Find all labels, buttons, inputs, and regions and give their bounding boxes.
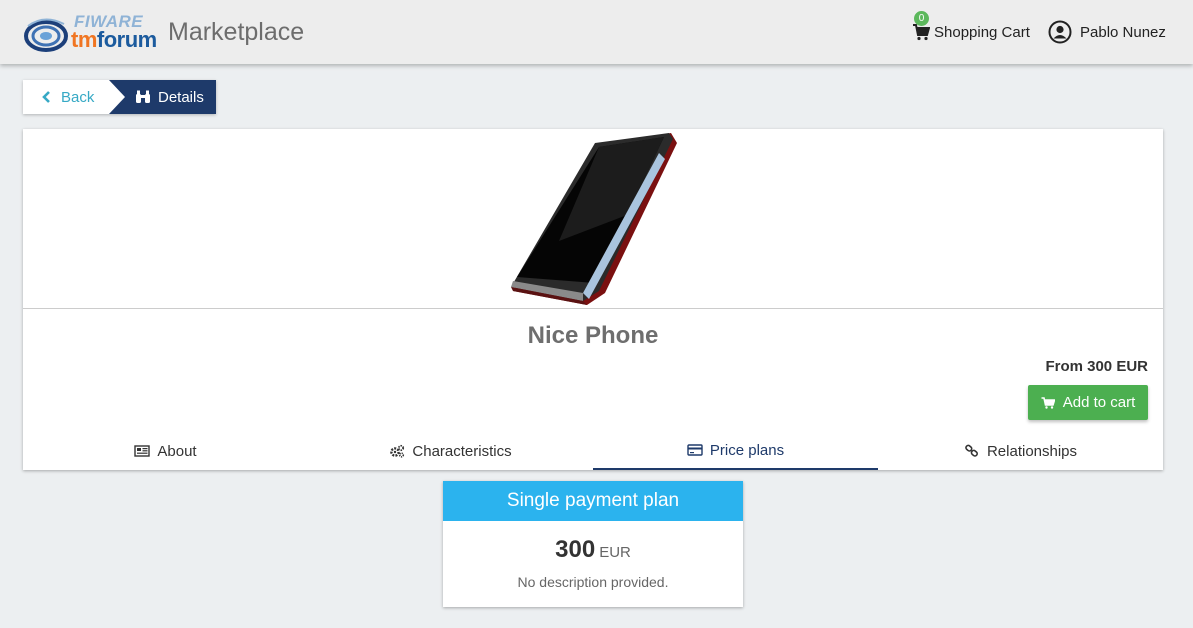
- breadcrumb-details: Details: [125, 80, 216, 114]
- link-icon: [965, 444, 978, 457]
- fiware-tmforum-logo[interactable]: FIWARE tmforum: [24, 12, 160, 54]
- credit-card-icon: [687, 444, 703, 456]
- price-plan-amount: 300: [555, 536, 596, 563]
- user-circle-icon: [1048, 20, 1072, 44]
- tab-characteristics[interactable]: Characteristics: [308, 432, 593, 470]
- add-to-cart-button[interactable]: Add to cart: [1028, 385, 1148, 420]
- top-navbar: FIWARE tmforum Marketplace Shopping Cart…: [0, 0, 1193, 64]
- binoculars-icon: [136, 90, 150, 103]
- details-label: Details: [158, 88, 204, 106]
- price-plan-title: Single payment plan: [443, 481, 743, 521]
- tab-characteristics-label: Characteristics: [412, 442, 512, 460]
- tab-about-label: About: [157, 442, 197, 460]
- tab-relationships[interactable]: Relationships: [878, 432, 1163, 470]
- back-button[interactable]: Back: [23, 80, 109, 114]
- price-plan-description: No description provided.: [517, 574, 669, 590]
- product-card: Nice Phone From 300 EUR Add to cart Abou…: [23, 129, 1163, 470]
- price-plan-currency: EUR: [599, 544, 631, 561]
- back-label: Back: [61, 88, 95, 106]
- shopping-cart-button[interactable]: Shopping Cart: [912, 20, 1030, 44]
- user-menu[interactable]: Pablo Nunez: [1048, 20, 1166, 44]
- breadcrumb-separator: [109, 80, 125, 114]
- add-to-cart-label: Add to cart: [1062, 394, 1136, 411]
- price-plan-price: 300 EUR: [443, 536, 743, 564]
- user-name: Pablo Nunez: [1080, 23, 1166, 41]
- logo-tmforum-text: tmforum: [71, 27, 157, 52]
- product-image: [511, 133, 677, 305]
- product-tabs: About Characteristics Price plans Relati…: [23, 432, 1163, 470]
- cart-icon: [1041, 396, 1055, 409]
- tab-about[interactable]: About: [23, 432, 308, 470]
- tab-price-plans-label: Price plans: [709, 441, 785, 459]
- tab-relationships-label: Relationships: [986, 442, 1078, 460]
- image-divider: [23, 308, 1163, 309]
- cart-count-badge: 0: [914, 11, 929, 26]
- shopping-cart-label: Shopping Cart: [934, 23, 1030, 41]
- product-price: From 300 EUR: [1045, 358, 1148, 375]
- cogs-icon: [390, 444, 405, 458]
- logo-swirl-icon: [24, 18, 68, 52]
- breadcrumb: Back Details: [23, 80, 216, 114]
- product-name: Nice Phone: [527, 322, 659, 349]
- price-plan-card: Single payment plan 300 EUR No descriptio…: [443, 481, 743, 607]
- app-title: Marketplace: [168, 18, 305, 46]
- tab-price-plans[interactable]: Price plans: [593, 432, 878, 470]
- chevron-left-icon: [42, 91, 50, 103]
- newspaper-icon: [134, 445, 151, 457]
